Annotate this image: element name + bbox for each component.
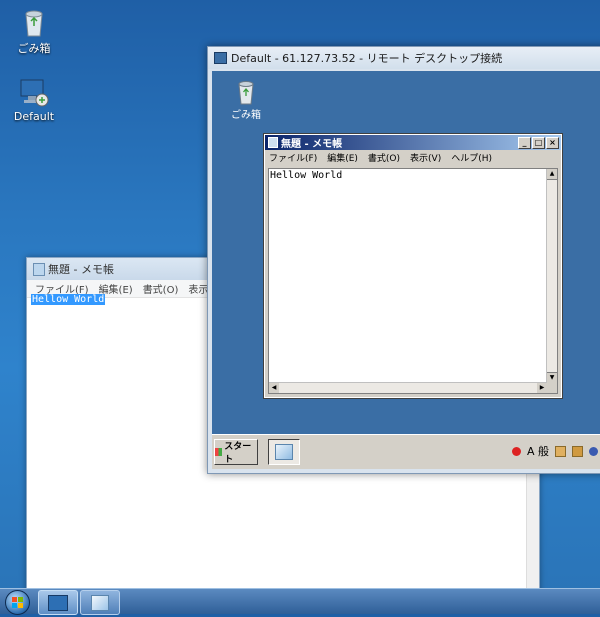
remote-notepad-titlebar[interactable]: 無題 - メモ帳 _ □ × <box>265 135 561 150</box>
windows-logo-icon <box>12 597 23 608</box>
remote-desktop-icon <box>18 76 50 108</box>
taskbar <box>0 588 600 615</box>
menu-file[interactable]: ファイル(F) <box>269 151 317 164</box>
menu-help[interactable]: ヘルプ(H) <box>451 151 492 164</box>
remote-taskbar-notepad-button[interactable] <box>268 439 300 465</box>
minimize-button[interactable]: _ <box>518 136 531 149</box>
local-notepad-title: 無題 - メモ帳 <box>48 263 114 276</box>
notepad-icon <box>33 262 45 276</box>
remote-notepad-text: Hellow World <box>270 170 343 181</box>
recycle-bin-icon <box>233 77 259 105</box>
ime-dictionary-icon[interactable] <box>555 445 567 457</box>
remote-desktop-area[interactable]: ごみ箱 無題 - メモ帳 _ □ × ファイル(F) 編集(E) 書式(O) 表… <box>212 71 600 469</box>
remote-notepad-menubar: ファイル(F) 編集(E) 書式(O) 表示(V) ヘルプ(H) <box>265 150 561 165</box>
ime-toolbar: A 般 <box>512 443 599 459</box>
notepad-icon <box>275 444 293 460</box>
recycle-bin-icon <box>18 6 50 38</box>
scroll-left-arrow-icon[interactable]: ◀ <box>269 383 279 393</box>
remote-notepad-hscrollbar[interactable]: ◀ ▶ <box>269 382 547 393</box>
desktop-icon-recycle-bin[interactable]: ごみ箱 <box>4 6 64 56</box>
rdp-window-icon <box>214 52 227 64</box>
menu-format[interactable]: 書式(O) <box>368 151 400 164</box>
remote-start-button[interactable]: スタート <box>214 439 258 465</box>
notepad-icon <box>268 137 278 148</box>
selected-text[interactable]: Hellow World <box>31 294 106 305</box>
remote-notepad-text-area[interactable]: Hellow World ▲ ▼ ◀ ▶ <box>268 168 558 394</box>
desktop-icon-label: Default <box>13 110 55 123</box>
menu-edit[interactable]: 編集(E) <box>327 151 358 164</box>
taskbar-notepad-button[interactable] <box>80 590 120 615</box>
start-orb-button[interactable] <box>5 590 30 615</box>
rdp-window[interactable]: Default - 61.127.73.52 - リモート デスクトップ接続 ご… <box>207 46 600 474</box>
remote-notepad-title: 無題 - メモ帳 <box>281 139 343 150</box>
rdp-title: Default - 61.127.73.52 - リモート デスクトップ接続 <box>231 52 503 65</box>
remote-notepad-vscrollbar[interactable]: ▲ ▼ <box>546 169 557 383</box>
ime-mode-text[interactable]: A 般 <box>527 443 549 459</box>
remote-desktop-icon-recycle-bin[interactable]: ごみ箱 <box>224 77 268 121</box>
desktop-icon-label: ごみ箱 <box>17 42 51 55</box>
ime-tools-icon[interactable] <box>572 445 584 457</box>
desktop-icon-default-rdp[interactable]: Default <box>4 76 64 123</box>
remote-desktop-icon-label: ごみ箱 <box>231 110 261 121</box>
remote-taskbar: スタート A 般 <box>212 434 600 469</box>
scroll-right-arrow-icon[interactable]: ▶ <box>537 383 547 393</box>
notepad-icon <box>91 594 109 611</box>
ime-help-icon[interactable] <box>589 446 599 456</box>
start-label: スタート <box>224 442 252 465</box>
taskbar-rdp-button[interactable] <box>38 590 78 615</box>
remote-notepad-window[interactable]: 無題 - メモ帳 _ □ × ファイル(F) 編集(E) 書式(O) 表示(V)… <box>263 133 563 399</box>
rdp-titlebar[interactable]: Default - 61.127.73.52 - リモート デスクトップ接続 <box>208 47 600 69</box>
scroll-up-arrow-icon[interactable]: ▲ <box>547 169 557 180</box>
menu-view[interactable]: 表示(V) <box>410 151 441 164</box>
remote-desktop-icon <box>48 594 68 611</box>
resize-grip-icon[interactable] <box>547 383 557 393</box>
maximize-button[interactable]: □ <box>532 136 545 149</box>
close-button[interactable]: × <box>546 136 559 149</box>
ime-pen-icon[interactable] <box>512 446 521 456</box>
windows-flag-icon <box>215 448 223 456</box>
scroll-down-arrow-icon[interactable]: ▼ <box>547 372 557 383</box>
